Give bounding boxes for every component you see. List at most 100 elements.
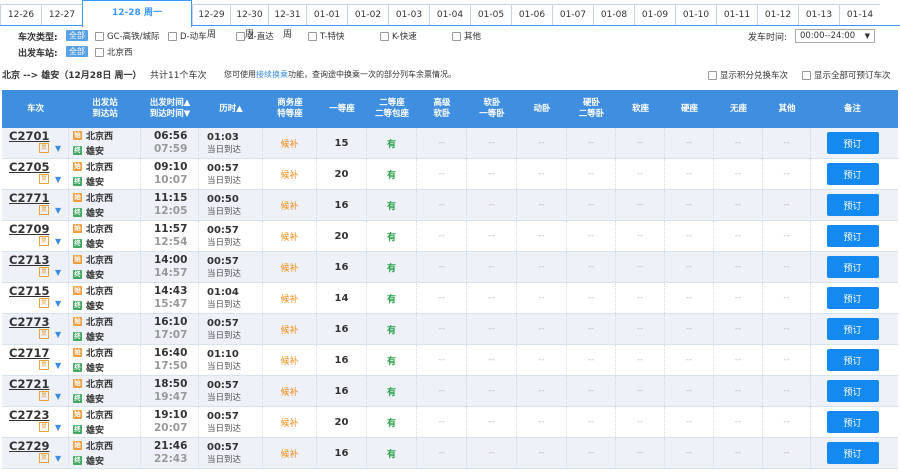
date-tab[interactable]: 01-10 — [675, 4, 716, 26]
second-class-cell[interactable]: 有 — [367, 128, 417, 158]
date-tab[interactable]: 12-31 周 — [268, 4, 306, 40]
second-class-cell[interactable]: 有 — [367, 221, 417, 251]
train-number-link[interactable]: C2771 — [9, 191, 49, 205]
first-class-cell[interactable]: 16 — [317, 314, 367, 344]
business-seat-cell[interactable]: 候补 — [263, 283, 317, 313]
date-tab[interactable]: 01-13 — [798, 4, 839, 26]
waitlist-status[interactable]: 候补 — [280, 168, 298, 181]
date-tab[interactable]: 01-01 — [306, 4, 347, 26]
expand-stops-icon[interactable]: ▼ — [55, 268, 61, 277]
second-class-cell[interactable]: 有 — [367, 376, 417, 406]
waitlist-status[interactable]: 候补 — [280, 199, 298, 212]
second-class-cell[interactable]: 有 — [367, 190, 417, 220]
train-number-link[interactable]: C2715 — [9, 284, 49, 298]
col-duration[interactable]: 历时▲ — [199, 90, 263, 128]
train-number-link[interactable]: C2709 — [9, 222, 49, 236]
expand-stops-icon[interactable]: ▼ — [55, 175, 61, 184]
business-seat-cell[interactable]: 候补 — [263, 345, 317, 375]
book-button[interactable]: 预订 — [826, 256, 879, 278]
date-tab[interactable]: 12-26 — [0, 4, 41, 26]
date-tab[interactable]: 12-27 — [41, 4, 82, 26]
book-button[interactable]: 预订 — [826, 318, 879, 340]
first-class-cell[interactable]: 16 — [317, 345, 367, 375]
first-class-cell[interactable]: 16 — [317, 252, 367, 282]
date-tab[interactable]: 01-07 — [552, 4, 593, 26]
first-class-cell[interactable]: 15 — [317, 128, 367, 158]
business-seat-cell[interactable]: 候补 — [263, 438, 317, 468]
second-class-cell[interactable]: 有 — [367, 314, 417, 344]
date-tab[interactable]: 01-02 — [347, 4, 388, 26]
train-number-link[interactable]: C2717 — [9, 346, 49, 360]
waitlist-status[interactable]: 候补 — [280, 416, 298, 429]
date-tab[interactable]: 12-30 周 — [230, 4, 268, 40]
business-seat-cell[interactable]: 候补 — [263, 252, 317, 282]
waitlist-status[interactable]: 候补 — [280, 292, 298, 305]
first-class-cell[interactable]: 16 — [317, 438, 367, 468]
train-type-all-button[interactable]: 全部 — [66, 30, 88, 41]
expand-stops-icon[interactable]: ▼ — [55, 237, 61, 246]
train-type-checkbox[interactable]: GC-高铁/城际 — [95, 30, 159, 42]
first-class-cell[interactable]: 16 — [317, 376, 367, 406]
train-type-checkbox[interactable]: D-动车 — [168, 30, 207, 42]
transfer-link[interactable]: 接续换乘 — [256, 70, 288, 79]
train-type-checkbox[interactable]: Z-直达 — [236, 30, 274, 42]
train-number-link[interactable]: C2701 — [9, 129, 49, 143]
date-tab[interactable]: 01-05 — [470, 4, 511, 26]
date-tab[interactable]: 01-11 — [716, 4, 757, 26]
col-times[interactable]: 出发时间▲ 到达时间▼ — [141, 90, 199, 128]
train-type-checkbox[interactable]: K-快速 — [380, 30, 417, 42]
expand-stops-icon[interactable]: ▼ — [55, 144, 61, 153]
business-seat-cell[interactable]: 候补 — [263, 221, 317, 251]
second-class-cell[interactable]: 有 — [367, 345, 417, 375]
business-seat-cell[interactable]: 候补 — [263, 128, 317, 158]
station-all-button[interactable]: 全部 — [66, 46, 88, 57]
second-class-cell[interactable]: 有 — [367, 159, 417, 189]
date-tab[interactable]: 12-28 周一 — [82, 0, 192, 27]
book-button[interactable]: 预订 — [826, 380, 879, 402]
train-number-link[interactable]: C2721 — [9, 377, 49, 391]
waitlist-status[interactable]: 候补 — [280, 230, 298, 243]
date-tab[interactable]: 01-06 — [511, 4, 552, 26]
first-class-cell[interactable]: 20 — [317, 159, 367, 189]
date-tab[interactable]: 01-03 — [388, 4, 429, 26]
train-number-link[interactable]: C2723 — [9, 408, 49, 422]
first-class-cell[interactable]: 16 — [317, 190, 367, 220]
expand-stops-icon[interactable]: ▼ — [55, 206, 61, 215]
first-class-cell[interactable]: 20 — [317, 407, 367, 437]
expand-stops-icon[interactable]: ▼ — [55, 330, 61, 339]
second-class-cell[interactable]: 有 — [367, 438, 417, 468]
date-tab[interactable]: 01-12 — [757, 4, 798, 26]
date-tab[interactable]: 01-08 — [593, 4, 634, 26]
date-tab[interactable]: 01-14 — [839, 4, 880, 26]
book-button[interactable]: 预订 — [826, 442, 879, 464]
date-tab[interactable]: 01-04 — [429, 4, 470, 26]
book-button[interactable]: 预订 — [826, 194, 879, 216]
waitlist-status[interactable]: 候补 — [280, 354, 298, 367]
expand-stops-icon[interactable]: ▼ — [55, 423, 61, 432]
show-points-trains-checkbox[interactable]: 显示积分兑换车次 — [708, 69, 788, 81]
business-seat-cell[interactable]: 候补 — [263, 159, 317, 189]
business-seat-cell[interactable]: 候补 — [263, 190, 317, 220]
train-number-link[interactable]: C2705 — [9, 160, 49, 174]
book-button[interactable]: 预订 — [826, 163, 879, 185]
waitlist-status[interactable]: 候补 — [280, 447, 298, 460]
waitlist-status[interactable]: 候补 — [280, 385, 298, 398]
waitlist-status[interactable]: 候补 — [280, 137, 298, 150]
business-seat-cell[interactable]: 候补 — [263, 376, 317, 406]
business-seat-cell[interactable]: 候补 — [263, 314, 317, 344]
first-class-cell[interactable]: 14 — [317, 283, 367, 313]
waitlist-status[interactable]: 候补 — [280, 261, 298, 274]
book-button[interactable]: 预订 — [826, 287, 879, 309]
date-tab[interactable]: 01-09 — [634, 4, 675, 26]
book-button[interactable]: 预订 — [826, 411, 879, 433]
business-seat-cell[interactable]: 候补 — [263, 407, 317, 437]
expand-stops-icon[interactable]: ▼ — [55, 392, 61, 401]
depart-time-select[interactable]: 00:00--24:00 ▼ — [795, 29, 875, 43]
show-bookable-trains-checkbox[interactable]: 显示全部可预订车次 — [802, 69, 891, 81]
train-number-link[interactable]: C2713 — [9, 253, 49, 267]
waitlist-status[interactable]: 候补 — [280, 323, 298, 336]
first-class-cell[interactable]: 20 — [317, 221, 367, 251]
train-number-link[interactable]: C2729 — [9, 439, 49, 453]
train-type-checkbox[interactable]: T-特快 — [308, 30, 344, 42]
station-checkbox[interactable]: 北京西 — [95, 46, 133, 58]
